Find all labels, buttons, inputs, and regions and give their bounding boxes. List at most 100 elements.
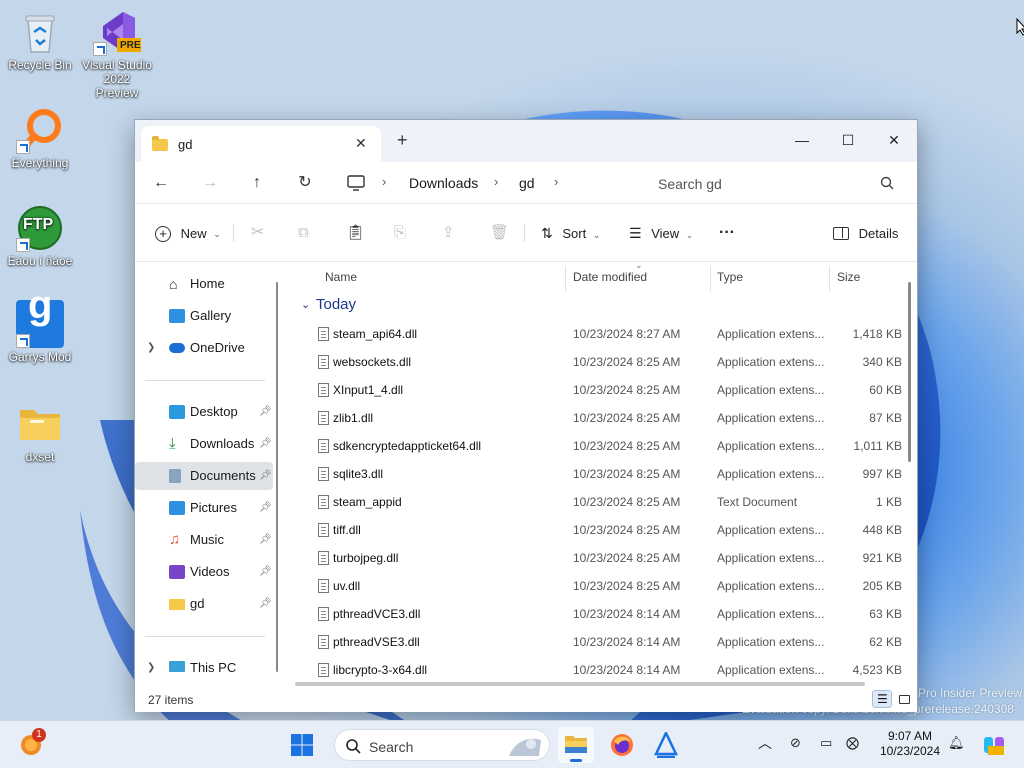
desktop-icon-ftp[interactable]: FTP Eáou í ñáoe	[4, 204, 76, 268]
sidebar-item-gallery[interactable]: Gallery	[135, 302, 273, 330]
close-tab-icon[interactable]: ✕	[355, 135, 367, 152]
sidebar-item-label: Downloads	[190, 436, 255, 451]
scrollbar-thumb[interactable]	[908, 282, 911, 462]
address-bar[interactable]: › Downloads › gd ›	[335, 168, 635, 198]
file-row[interactable]: zlib1.dll 10/23/2024 8:25 AM Application e…	[291, 404, 911, 432]
forward-button[interactable]: →	[196, 170, 224, 196]
sidebar-item-label: Gallery	[190, 308, 232, 323]
sort-label: Sort	[562, 226, 587, 241]
file-row[interactable]: tiff.dll 10/23/2024 8:25 AM Application ex…	[291, 516, 911, 544]
maximize-button[interactable]: ☐	[825, 126, 871, 154]
back-button[interactable]: ←	[147, 170, 175, 196]
sidebar-item-desktop[interactable]: Desktop 📌︎	[135, 398, 273, 426]
sidebar-item-label: gd	[190, 596, 205, 611]
sidebar-item-downloads[interactable]: ⤓ Downloads 📌︎	[135, 430, 273, 458]
file-list-scrollbar[interactable]	[907, 272, 913, 668]
plus-circle-icon: +	[155, 225, 171, 242]
taskbar-file-explorer[interactable]	[558, 727, 594, 763]
share-button[interactable]: ⇪	[442, 222, 455, 244]
sidebar-item-documents[interactable]: Documents 📌︎	[135, 462, 273, 490]
search-input[interactable]: Search gd	[658, 176, 722, 192]
file-row[interactable]: turbojpeg.dll 10/23/2024 8:25 AM Applicati…	[291, 544, 911, 572]
column-header-type[interactable]: Type	[717, 270, 743, 284]
taskbar-search-input[interactable]: Search	[369, 739, 413, 755]
details-view-button[interactable]: ☰	[872, 690, 892, 708]
sidebar-item-gd[interactable]: gd 📌︎	[135, 590, 273, 618]
file-row[interactable]: pthreadVCE3.dll 10/23/2024 8:14 AM Applica…	[291, 600, 911, 628]
taskbar-search-box[interactable]: Search	[334, 729, 550, 761]
close-button[interactable]: ✕	[871, 126, 917, 154]
new-tab-button[interactable]: +	[397, 130, 408, 151]
desktop-icon-everything[interactable]: Everything	[4, 106, 76, 170]
notification-bell-icon[interactable]: 🔔︎	[948, 735, 965, 751]
paste-button[interactable]: 📋︎	[346, 222, 365, 244]
sort-button[interactable]: ⇅ Sort ⌄	[541, 222, 600, 244]
file-row[interactable]: uv.dll 10/23/2024 8:25 AM Application exte…	[291, 572, 911, 600]
column-divider[interactable]	[710, 266, 711, 292]
tab-title: gd	[178, 137, 193, 152]
sidebar-item-this-pc[interactable]: ❯ This PC	[135, 654, 273, 682]
column-divider[interactable]	[829, 266, 830, 292]
taskbar-clock[interactable]: 9:07 AM 10/23/2024	[872, 729, 948, 759]
file-row[interactable]: libcrypto-3-x64.dll 10/23/2024 8:14 AM App…	[291, 656, 911, 684]
nav-scrollbar[interactable]	[275, 262, 281, 686]
chevron-right-icon[interactable]: ❯	[147, 654, 155, 682]
file-row[interactable]: steam_appid 10/23/2024 8:25 AM Text Docume…	[291, 488, 911, 516]
column-header-date[interactable]: Date modified	[573, 270, 647, 284]
copy-button[interactable]: ⧉	[298, 222, 309, 244]
file-row[interactable]: pthreadVSE3.dll 10/23/2024 8:14 AM Applica…	[291, 628, 911, 656]
new-button[interactable]: + New ⌄	[155, 222, 221, 244]
sidebar-item-videos[interactable]: Videos 📌︎	[135, 558, 273, 586]
delete-button[interactable]: 🗑︎	[490, 222, 509, 244]
network-icon[interactable]: ⊘	[790, 735, 801, 751]
chevron-right-icon[interactable]: ❯	[147, 334, 155, 362]
desktop-icon-visual-studio[interactable]: PRE Visual Studio 2022 Preview	[81, 8, 153, 100]
sidebar-item-onedrive[interactable]: ❯ OneDrive	[135, 334, 273, 362]
file-row[interactable]: sdkencryptedappticket64.dll 10/23/2024 8:…	[291, 432, 911, 460]
minimize-button[interactable]: —	[779, 126, 825, 154]
details-button[interactable]: Details	[833, 222, 898, 244]
chevron-down-icon[interactable]: ⌄	[301, 298, 310, 311]
breadcrumb-gd[interactable]: gd	[519, 175, 535, 191]
rename-button[interactable]: ⎘	[394, 222, 406, 244]
desktop-icon-dxset[interactable]: dxset	[4, 400, 76, 464]
file-type: Application extens...	[717, 635, 825, 649]
group-header-today[interactable]: Today	[316, 296, 356, 313]
sidebar-item-pictures[interactable]: Pictures 📌︎	[135, 494, 273, 522]
file-size: 921 KB	[862, 551, 902, 565]
tiles-view-button[interactable]	[894, 690, 914, 708]
desktop-icon-recycle-bin[interactable]: Recycle Bin	[4, 8, 76, 72]
speaker-icon[interactable]: ⨂	[846, 735, 859, 751]
show-hidden-icons-button[interactable]: ︿	[758, 733, 772, 753]
up-button[interactable]: ↑	[243, 170, 271, 196]
taskbar-app-pen[interactable]	[648, 727, 684, 763]
search-box[interactable]: Search gd	[645, 167, 907, 199]
weather-widget-button[interactable]: 1	[18, 728, 48, 761]
refresh-button[interactable]: ↻	[291, 170, 319, 196]
breadcrumb-downloads[interactable]: Downloads	[409, 175, 478, 191]
start-button[interactable]	[290, 733, 314, 757]
file-row[interactable]: XInput1_4.dll 10/23/2024 8:25 AM Applicati…	[291, 376, 911, 404]
column-header-name[interactable]: Name	[325, 270, 357, 284]
title-bar: gd ✕ + — ☐ ✕	[135, 120, 917, 162]
sort-icon: ⇅	[541, 225, 553, 241]
file-size: 1 KB	[875, 495, 902, 509]
cut-button[interactable]: ✂	[251, 222, 264, 244]
more-options-button[interactable]: ···	[719, 222, 735, 244]
copilot-button[interactable]	[982, 733, 1006, 757]
desktop-icon-garrys-mod[interactable]: g Garrys Mod	[4, 285, 76, 364]
display-icon[interactable]: ▭	[820, 735, 832, 751]
file-name: steam_appid	[333, 495, 402, 509]
sidebar-item-home[interactable]: ⌂ Home	[135, 270, 273, 298]
clock-time: 9:07 AM	[887, 729, 933, 743]
sidebar-item-music[interactable]: ♫ Music 📌︎	[135, 526, 273, 554]
column-divider[interactable]	[565, 266, 566, 292]
scrollbar-thumb[interactable]	[276, 282, 278, 672]
file-row[interactable]: steam_api64.dll 10/23/2024 8:27 AM Applica…	[291, 320, 911, 348]
taskbar-firefox[interactable]	[604, 727, 640, 763]
file-row[interactable]: sqlite3.dll 10/23/2024 8:25 AM Application…	[291, 460, 911, 488]
column-header-size[interactable]: Size	[837, 270, 860, 284]
tab-gd[interactable]: gd ✕	[141, 126, 381, 162]
view-button[interactable]: ☰ View ⌄	[629, 222, 693, 244]
file-row[interactable]: websockets.dll 10/23/2024 8:25 AM Applicat…	[291, 348, 911, 376]
